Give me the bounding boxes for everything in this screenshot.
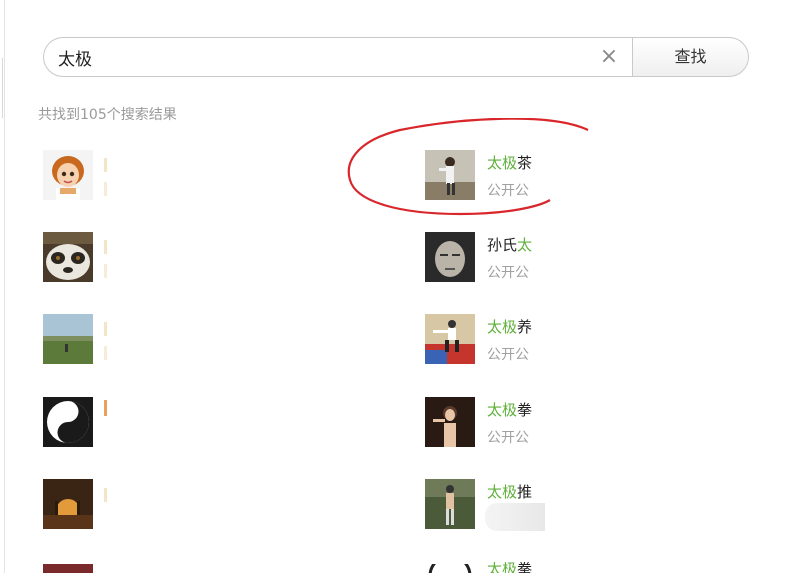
truncated-title-fragment [104, 240, 107, 254]
truncated-title-fragment [104, 322, 107, 336]
result-avatar-field[interactable] [43, 314, 93, 364]
truncated-title-fragment [104, 158, 107, 172]
result-avatar-partial[interactable] [425, 561, 475, 573]
result-title[interactable]: 孙氏太 [487, 234, 547, 255]
result-count: 共找到105个搜索结果 [38, 107, 177, 123]
result-title[interactable]: 太极拳 [487, 399, 547, 420]
result-avatar-woman-pose[interactable] [425, 397, 475, 447]
result-avatar-outdoor-man[interactable] [425, 479, 475, 529]
truncated-subtitle-fragment [104, 346, 107, 360]
result-avatar-cartoon-girl[interactable] [43, 150, 93, 200]
clear-icon[interactable]: × [597, 45, 621, 69]
content-clip-mask [546, 140, 785, 573]
result-title[interactable]: 太极养 [487, 316, 547, 337]
result-avatar-panda[interactable] [43, 232, 93, 282]
result-subtitle: 公开公 [487, 347, 529, 363]
result-avatar-yinyang[interactable] [43, 397, 93, 447]
truncated-subtitle-fragment [104, 264, 107, 278]
left-border [4, 0, 5, 573]
truncated-subtitle-fragment [104, 182, 107, 196]
result-avatar-partial[interactable] [43, 561, 93, 573]
result-subtitle: 公开公 [487, 430, 529, 446]
result-subtitle: 公开公 [487, 265, 529, 281]
blurred-subtitle [485, 503, 545, 531]
result-avatar-old-man[interactable] [425, 232, 475, 282]
search-button[interactable]: 查找 [632, 37, 749, 77]
truncated-title-fragment [104, 488, 107, 502]
result-avatar-taiji-woman[interactable] [425, 150, 475, 200]
truncated-title-fragment [104, 400, 107, 416]
result-subtitle: 公开公 [487, 183, 529, 199]
result-title[interactable]: 太极推 [487, 481, 547, 502]
search-box: × [43, 37, 643, 77]
result-title[interactable]: 太极拳 [487, 562, 547, 573]
search-input[interactable] [58, 43, 578, 71]
result-avatar-sunset[interactable] [43, 479, 93, 529]
result-title[interactable]: 太极茶 [487, 152, 547, 173]
left-border-accent [2, 58, 3, 118]
result-avatar-martial-pose[interactable] [425, 314, 475, 364]
